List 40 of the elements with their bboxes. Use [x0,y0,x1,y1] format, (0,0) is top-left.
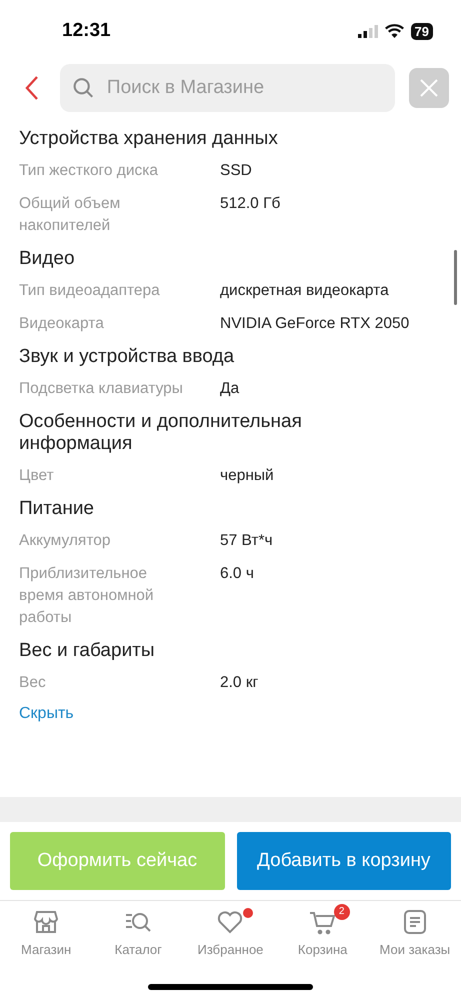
spec-value: 512.0 Гб [220,194,280,214]
spec-label: Приблизительное время автономной работы [19,564,155,628]
hide-link[interactable]: Скрыть [19,705,74,723]
spec-value: NVIDIA GeForce RTX 2050 [220,314,410,334]
count-badge: 2 [334,904,350,920]
tab-item[interactable]: Избранное [187,908,274,957]
spec-value: черный [220,466,274,486]
spec-value: 2.0 кг [220,673,258,693]
tab-item[interactable]: Каталог [95,908,182,957]
section-heading: Особенности и дополнительная информация [19,411,303,455]
store-icon [32,908,60,936]
wifi-icon [384,24,404,38]
close-icon [419,78,439,98]
section-heading: Видео [19,248,76,270]
spec-label: Тип жесткого диска [19,161,159,181]
section-heading: Питание [19,498,95,520]
spec-value: 57 Вт*ч [220,531,273,551]
spec-label: Цвет [19,466,55,486]
spec-label: Тип видеоадаптера [19,281,161,301]
search-input[interactable]: Поиск в Магазине [104,76,383,100]
spec-value: дискретная видеокарта [220,281,389,301]
spec-label: Подсветка клавиатуры [19,379,184,399]
search-bar[interactable]: Поиск в Магазине [60,64,395,112]
scrollbar [454,250,457,305]
spec-label: Общий объем накопителей [19,194,122,236]
tab-item[interactable]: Магазин [3,908,90,957]
add-to-cart-button[interactable]: Добавить в корзину [236,832,451,890]
spec-value: Да [220,379,240,399]
section-heading: Звук и устройства ввода [19,346,236,368]
signal-icon [358,24,378,38]
tab-item[interactable]: Мои заказы [372,908,458,957]
spec-label: Аккумулятор [19,531,112,551]
battery-level: 79 [410,22,433,40]
spec-value: SSD [220,161,252,181]
spec-value: 6.0 ч [220,564,254,584]
clock-time: 12:31 [62,20,111,42]
spec-label: Видеокарта [19,314,105,334]
section-heading: Вес и габариты [19,640,156,662]
spec-label: Вес [19,673,47,693]
section-heading: Устройства хранения данных [19,128,279,150]
